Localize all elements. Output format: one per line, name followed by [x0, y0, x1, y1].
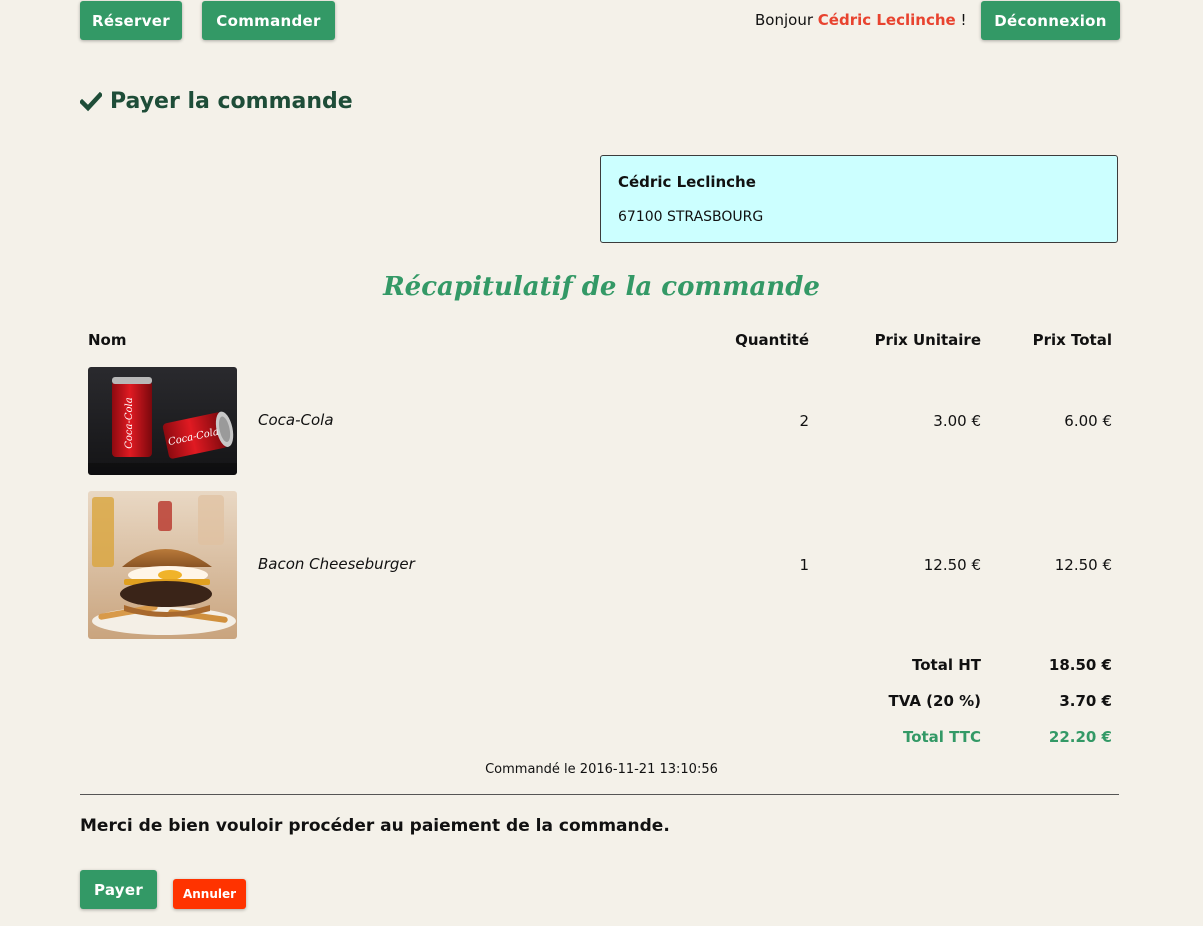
page-title: Payer la commande: [80, 89, 353, 114]
total-ttc-label: Total TTC: [902, 728, 981, 746]
logout-button[interactable]: Déconnexion: [981, 1, 1120, 40]
product-name: Coca-Cola: [258, 411, 334, 429]
page-title-text: Payer la commande: [110, 89, 353, 114]
address-name: Cédric Leclinche: [618, 173, 756, 191]
address-city: 67100 STRASBOURG: [618, 209, 764, 225]
address-box: Cédric Leclinche 67100 STRASBOURG: [600, 155, 1118, 243]
order-button[interactable]: Commander: [202, 1, 335, 40]
greeting-suffix: !: [960, 11, 967, 29]
pay-button[interactable]: Payer: [80, 870, 157, 909]
column-header-quantity: Quantité: [735, 331, 809, 349]
product-image-coca-cola: Coca-Cola Coca-Cola: [88, 367, 237, 475]
product-total-price: 12.50 €: [1054, 556, 1112, 574]
total-ht-value: 18.50 €: [1048, 656, 1112, 674]
greeting-prefix: Bonjour: [755, 11, 813, 29]
reserve-button[interactable]: Réserver: [80, 1, 182, 40]
order-date: Commandé le 2016-11-21 13:10:56: [485, 762, 718, 777]
product-quantity: 1: [799, 556, 809, 574]
user-name: Cédric Leclinche: [817, 11, 956, 29]
product-name: Bacon Cheeseburger: [258, 555, 415, 573]
product-unit-price: 3.00 €: [933, 412, 981, 430]
total-ht-label: Total HT: [912, 656, 981, 674]
column-header-total-price: Prix Total: [1032, 331, 1112, 349]
svg-text:Coca-Cola: Coca-Cola: [124, 397, 135, 448]
tva-label: TVA (20 %): [888, 692, 982, 710]
recap-title: Récapitulatif de la commande: [383, 272, 820, 302]
product-unit-price: 12.50 €: [923, 556, 981, 574]
greeting: Bonjour Cédric Leclinche !: [755, 11, 966, 29]
total-ttc-value: 22.20 €: [1048, 728, 1112, 746]
product-image-cheeseburger: [88, 491, 237, 639]
divider: [80, 794, 1119, 795]
column-header-unit-price: Prix Unitaire: [874, 331, 981, 349]
tva-value: 3.70 €: [1059, 692, 1112, 710]
payment-message: Merci de bien vouloir procéder au paieme…: [80, 816, 670, 836]
check-icon: [80, 91, 102, 111]
column-header-name: Nom: [88, 331, 127, 349]
product-total-price: 6.00 €: [1064, 412, 1112, 430]
cancel-button[interactable]: Annuler: [173, 879, 246, 909]
product-quantity: 2: [799, 412, 809, 430]
